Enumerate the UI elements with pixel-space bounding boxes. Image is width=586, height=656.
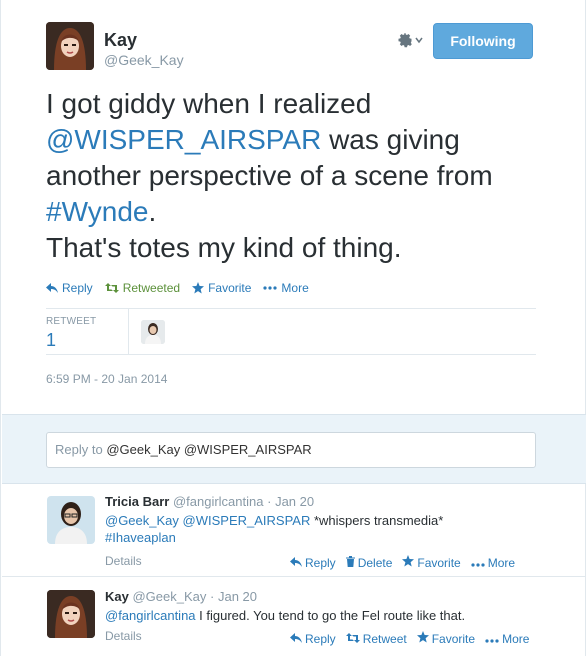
star-icon: [402, 555, 415, 570]
favorite-label: Favorite: [208, 281, 252, 295]
reply-action[interactable]: Reply: [290, 555, 336, 570]
mention-link[interactable]: @WISPER_AIRSPAR: [46, 124, 321, 155]
tweet-text-line: I got giddy when I realized: [46, 88, 372, 119]
retweeted-action[interactable]: Retweeted: [104, 281, 181, 295]
delete-action[interactable]: Delete: [345, 555, 393, 570]
reply-author-handle[interactable]: @Geek_Kay: [132, 589, 206, 604]
reply-text-fragment: *whispers transmedia*: [310, 513, 444, 528]
tweet-text-line: @WISPER_AIRSPAR was giving: [46, 122, 546, 158]
tweet-text-line: That's totes my kind of thing.: [46, 232, 402, 263]
retweet-stat-label: RETWEET: [46, 316, 97, 327]
reply-author-name[interactable]: Kay: [105, 589, 129, 604]
separator-dot: ·: [210, 589, 215, 604]
reply-icon: [290, 632, 302, 646]
tweet-permalink: Kay @Geek_Kay Following I got giddy when…: [0, 0, 586, 656]
reply-tweet: Tricia Barr @fangirlcantina · Jan 20 @Ge…: [2, 484, 586, 577]
retweet-label: Retweet: [362, 631, 407, 646]
retweet-stat-count[interactable]: 1: [46, 330, 56, 351]
more-action[interactable]: More: [263, 281, 309, 295]
more-dots-icon: [485, 632, 499, 646]
reply-icon: [290, 556, 302, 570]
retweet-icon: [345, 632, 360, 646]
more-label: More: [487, 555, 516, 570]
reply-action[interactable]: Reply: [290, 631, 336, 646]
retweeter-avatar[interactable]: [141, 320, 165, 344]
delete-label: Delete: [357, 555, 393, 570]
mention-link[interactable]: @Geek_Kay: [105, 513, 179, 528]
reply-icon: [46, 283, 58, 293]
mention-link[interactable]: @fangirlcantina: [105, 608, 196, 623]
star-icon: [416, 631, 429, 646]
tweet-actions: Reply Retweeted Favorite More: [46, 281, 309, 295]
reply-label: Reply: [305, 631, 336, 646]
reply-prefix: Reply to: [55, 442, 103, 457]
reply-mentions: @Geek_Kay @WISPER_AIRSPAR: [102, 442, 312, 457]
more-dots-icon: [263, 286, 278, 290]
reply-time[interactable]: Jan 20: [218, 589, 257, 604]
user-actions-dropdown[interactable]: [397, 30, 427, 50]
reply-label: Reply: [62, 281, 93, 295]
reply-action[interactable]: Reply: [46, 281, 93, 295]
reply-label: Reply: [305, 555, 336, 570]
hashtag-link[interactable]: #Wynde: [46, 196, 148, 227]
reply-text-fragment: I figured. You tend to go the Fel route …: [195, 608, 466, 623]
reply-time[interactable]: Jan 20: [275, 494, 314, 509]
reply-avatar[interactable]: [47, 590, 95, 638]
reply-avatar[interactable]: [47, 496, 95, 544]
reply-text: @fangirlcantina I figured. You tend to g…: [105, 607, 545, 624]
reply-author-handle[interactable]: @fangirlcantina: [173, 494, 264, 509]
reply-tweet: Kay @Geek_Kay · Jan 20 @fangirlcantina I…: [2, 577, 586, 656]
gear-icon: [397, 32, 413, 48]
reply-actions: Reply Delete Favorite More: [290, 555, 515, 570]
following-button[interactable]: Following: [433, 23, 533, 59]
retweet-action[interactable]: Retweet: [345, 631, 407, 646]
favorite-label: Favorite: [417, 555, 461, 570]
favorite-action[interactable]: Favorite: [416, 631, 476, 646]
author-avatar[interactable]: [46, 22, 94, 70]
details-link[interactable]: Details: [105, 554, 142, 568]
favorite-action[interactable]: Favorite: [402, 555, 461, 570]
tweet-text: I got giddy when I realized @WISPER_AIRS…: [46, 86, 546, 266]
more-dots-icon: [471, 556, 485, 570]
tweet-text-fragment: was giving: [321, 124, 460, 155]
trash-icon: [345, 555, 355, 570]
favorite-action[interactable]: Favorite: [192, 281, 251, 295]
tweet-text-line: another perspective of a scene from: [46, 160, 493, 191]
more-action[interactable]: More: [471, 555, 515, 570]
reply-input[interactable]: Reply to @Geek_Kay @WISPER_AIRSPAR: [46, 432, 536, 468]
reply-header: Tricia Barr @fangirlcantina · Jan 20: [105, 494, 314, 509]
chevron-down-icon: [415, 36, 423, 44]
hashtag-link[interactable]: #Ihaveaplan: [105, 530, 176, 545]
more-label: More: [502, 631, 530, 646]
separator-dot: ·: [267, 494, 272, 509]
tweet-text-fragment: .: [148, 196, 157, 227]
more-label: More: [281, 281, 309, 295]
more-action[interactable]: More: [485, 631, 529, 646]
reply-actions: Reply Retweet Favorite More: [290, 631, 529, 646]
divider: [46, 354, 536, 355]
retweet-icon: [104, 283, 119, 293]
star-icon: [192, 282, 205, 294]
divider: [128, 309, 129, 354]
author-handle[interactable]: @Geek_Kay: [104, 52, 184, 68]
retweeted-label: Retweeted: [122, 281, 181, 295]
author-name[interactable]: Kay: [104, 30, 137, 51]
details-link[interactable]: Details: [105, 629, 142, 643]
tweet-timestamp[interactable]: 6:59 PM - 20 Jan 2014: [46, 372, 167, 386]
mention-link[interactable]: @WISPER_AIRSPAR: [183, 513, 311, 528]
reply-text: @Geek_Kay @WISPER_AIRSPAR *whispers tran…: [105, 512, 525, 546]
reply-header: Kay @Geek_Kay · Jan 20: [105, 589, 257, 604]
divider: [46, 308, 536, 309]
tweet-text-line: #Wynde.: [46, 194, 546, 230]
favorite-label: Favorite: [431, 631, 476, 646]
reply-author-name[interactable]: Tricia Barr: [105, 494, 169, 509]
